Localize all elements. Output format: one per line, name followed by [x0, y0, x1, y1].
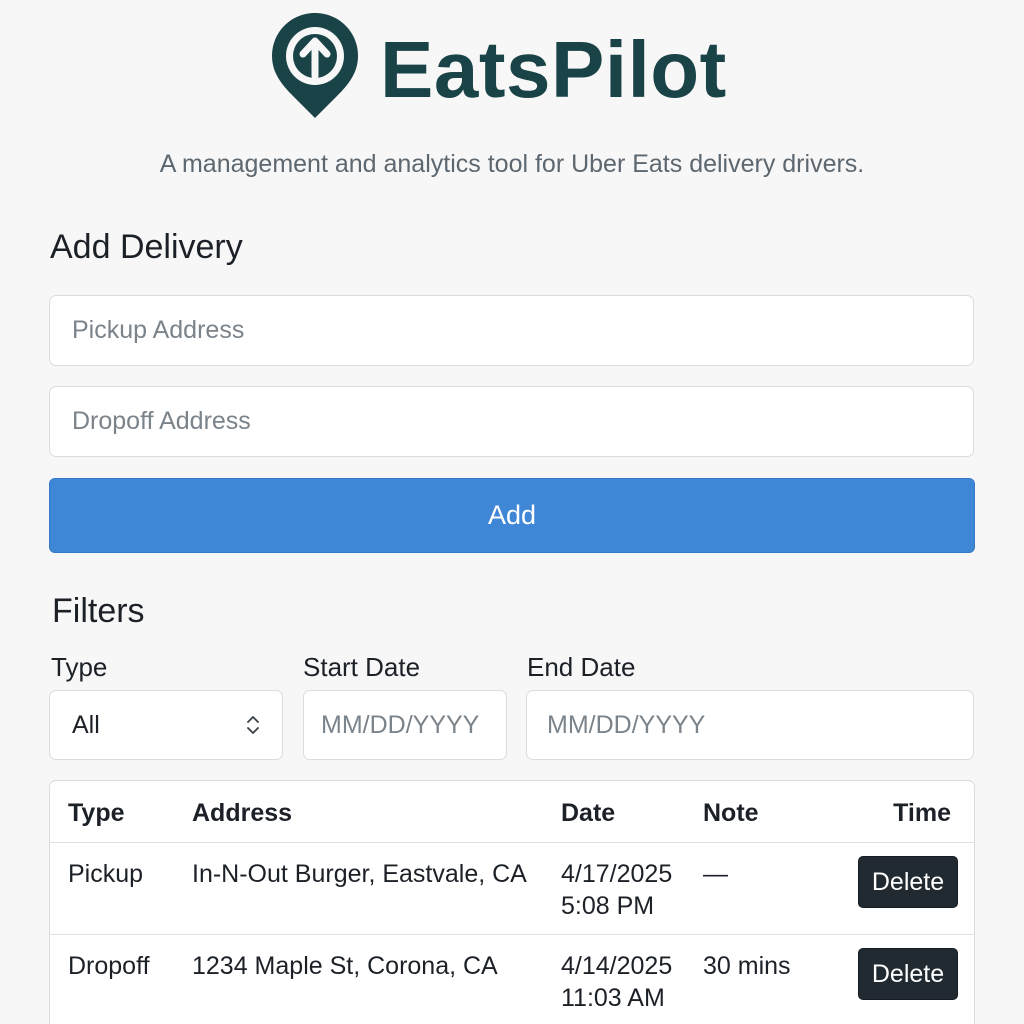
column-header-note: Note	[703, 799, 759, 827]
end-date-label: End Date	[527, 652, 636, 682]
delete-button[interactable]: Delete	[858, 948, 958, 1000]
location-pin-arrow-up-icon	[272, 13, 358, 118]
row-type: Dropoff	[68, 952, 150, 980]
deliveries-table: Type Address Date Note Time Pickup In-N-…	[49, 780, 975, 1024]
column-header-type: Type	[68, 799, 125, 827]
row-date: 4/17/2025 5:08 PM	[561, 858, 701, 922]
tagline: A management and analytics tool for Uber…	[159, 150, 865, 178]
row-date-day: 4/17/2025	[561, 860, 673, 888]
type-filter-value: All	[72, 710, 100, 739]
table-row: Pickup In-N-Out Burger, Eastvale, CA 4/1…	[50, 843, 974, 935]
table-header-row: Type Address Date Note Time	[50, 781, 974, 843]
filters-heading: Filters	[52, 592, 145, 630]
table-row: Dropoff 1234 Maple St, Corona, CA 4/14/2…	[50, 935, 974, 1024]
row-date-day: 4/14/2025	[561, 952, 673, 980]
chevron-up-down-icon	[247, 716, 259, 734]
row-note: —	[703, 860, 728, 888]
row-address: In-N-Out Burger, Eastvale, CA	[192, 860, 527, 888]
delete-button[interactable]: Delete	[858, 856, 958, 908]
type-filter-label: Type	[51, 652, 108, 682]
start-date-input[interactable]	[303, 690, 507, 760]
page: EatsPilot A management and analytics too…	[0, 0, 1024, 1024]
row-type: Pickup	[68, 860, 144, 888]
pickup-address-input[interactable]	[49, 295, 974, 366]
app-title: EatsPilot	[380, 25, 727, 114]
start-date-label: Start Date	[303, 652, 421, 682]
brand-header: EatsPilot	[0, 10, 1024, 122]
add-delivery-button[interactable]: Add	[49, 478, 975, 553]
column-header-date: Date	[561, 799, 616, 827]
type-filter-select[interactable]: All	[49, 690, 283, 760]
row-note: 30 mins	[703, 952, 791, 980]
end-date-input[interactable]	[526, 690, 974, 760]
row-address: 1234 Maple St, Corona, CA	[192, 952, 498, 980]
add-delivery-heading: Add Delivery	[50, 228, 243, 266]
row-date: 4/14/2025 11:03 AM	[561, 950, 701, 1014]
dropoff-address-input[interactable]	[49, 386, 974, 457]
column-header-address: Address	[192, 799, 293, 827]
row-date-time: 11:03 AM	[561, 984, 665, 1012]
row-date-time: 5:08 PM	[561, 892, 655, 920]
column-header-time: Time	[893, 799, 951, 827]
